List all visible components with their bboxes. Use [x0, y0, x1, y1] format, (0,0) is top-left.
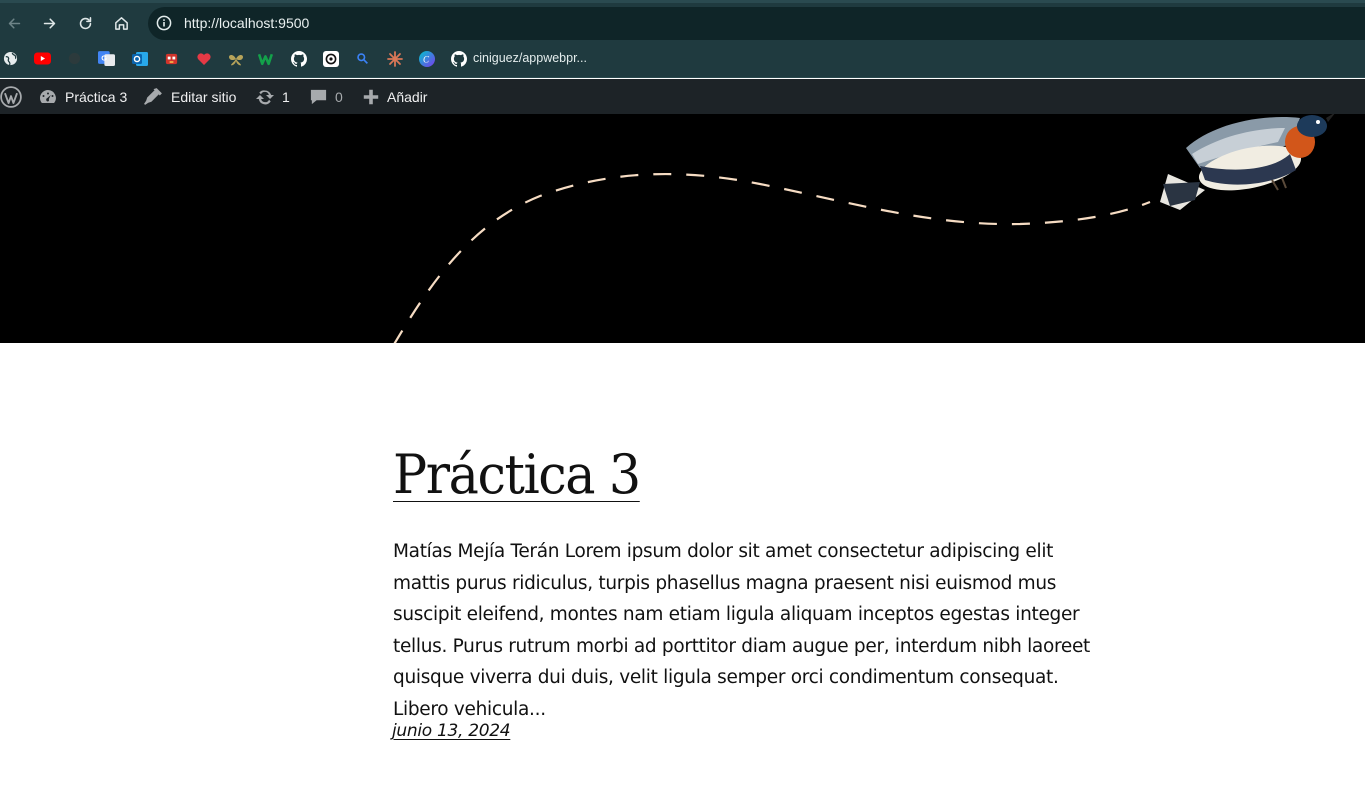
wordpress-icon — [0, 85, 22, 108]
magnifier-icon — [357, 53, 368, 64]
reload-button[interactable] — [71, 9, 99, 37]
svg-text:G: G — [101, 54, 107, 63]
home-icon — [114, 16, 128, 30]
post-title-link[interactable]: Práctica 3 — [393, 440, 641, 510]
post-excerpt: Matías Mejía Terán Lorem ipsum dolor sit… — [393, 541, 1090, 720]
back-arrow-icon — [8, 17, 20, 29]
forward-arrow-icon — [43, 17, 55, 29]
bookmark-butterfly[interactable] — [227, 50, 244, 67]
svg-text:C: C — [423, 54, 430, 64]
comments-count: 0 — [335, 88, 343, 105]
dashed-flight-path — [393, 172, 1151, 343]
post-date-link[interactable]: junio 13, 2024 — [392, 721, 511, 741]
plus-icon — [363, 89, 379, 104]
comment-bubble-icon — [310, 89, 327, 105]
header-banner — [0, 114, 1365, 343]
bookmark-canva[interactable]: C — [418, 50, 435, 67]
bookmark-w[interactable] — [258, 50, 275, 67]
back-button[interactable] — [0, 9, 28, 37]
openai-icon — [322, 50, 339, 67]
w-logo-icon — [258, 53, 274, 66]
github-icon — [450, 50, 467, 67]
bookmark-starburst[interactable] — [386, 50, 403, 67]
butterfly-icon — [228, 54, 243, 65]
header-illustration — [393, 114, 1335, 343]
bookmark-github[interactable] — [290, 50, 307, 67]
c-logo-icon: C — [418, 50, 435, 67]
bookmarks-bar: G C ciniguez/appwebpr... — [0, 40, 1365, 78]
bookmark-search[interactable] — [354, 50, 371, 67]
comments-link[interactable]: 0 — [309, 79, 343, 114]
hammer-brush-icon — [144, 88, 162, 105]
home-button[interactable] — [107, 9, 135, 37]
bookmark-youtube[interactable] — [34, 50, 51, 67]
site-name-menu[interactable]: Práctica 3 — [38, 79, 127, 114]
bookmark-openai[interactable] — [322, 50, 339, 67]
add-new-menu[interactable]: Añadir — [362, 79, 427, 114]
add-new-label[interactable]: Añadir — [387, 89, 427, 105]
bookmark-bot[interactable] — [163, 50, 180, 67]
updates-refresh-icon — [256, 89, 274, 104]
wp-admin-bar: Práctica 3 Editar sitio 1 0 Añadir — [0, 79, 1365, 114]
bot-icon — [165, 53, 178, 65]
updates-link[interactable]: 1 — [255, 79, 290, 114]
site-name-label[interactable]: Práctica 3 — [65, 89, 127, 105]
wp-logo-menu[interactable] — [0, 79, 22, 114]
updates-count: 1 — [282, 88, 290, 105]
edit-site-label[interactable]: Editar sitio — [171, 89, 236, 105]
dashboard-gauge-icon — [40, 89, 56, 103]
bookmark-dark[interactable] — [66, 50, 83, 67]
bookmark-github-repo-label[interactable]: ciniguez/appwebpr... — [473, 51, 587, 65]
youtube-icon — [34, 52, 51, 65]
browser-toolbar: http://localhost:9500 — [0, 0, 1365, 40]
google-translate-icon: G — [98, 51, 115, 66]
bookmark-outlook[interactable] — [131, 50, 148, 67]
reload-icon — [79, 16, 91, 29]
url-bar[interactable]: http://localhost:9500 — [148, 7, 1365, 40]
bird-illustration — [1160, 114, 1335, 210]
url-text[interactable]: http://localhost:9500 — [184, 15, 309, 31]
bookmark-github-repo[interactable] — [450, 50, 467, 67]
heart-icon — [196, 52, 211, 65]
bookmark-globe[interactable] — [2, 50, 19, 67]
edit-site-link[interactable]: Editar sitio — [143, 79, 236, 114]
github-icon — [290, 50, 307, 67]
bookmark-google-translate[interactable]: G — [98, 50, 115, 67]
bookmark-heart[interactable] — [195, 50, 212, 67]
outlook-icon — [131, 51, 148, 66]
dark-blank-icon — [68, 52, 81, 65]
starburst-icon — [386, 50, 403, 67]
forward-button[interactable] — [35, 9, 63, 37]
globe-icon — [3, 51, 18, 66]
site-info-icon[interactable] — [156, 15, 172, 31]
